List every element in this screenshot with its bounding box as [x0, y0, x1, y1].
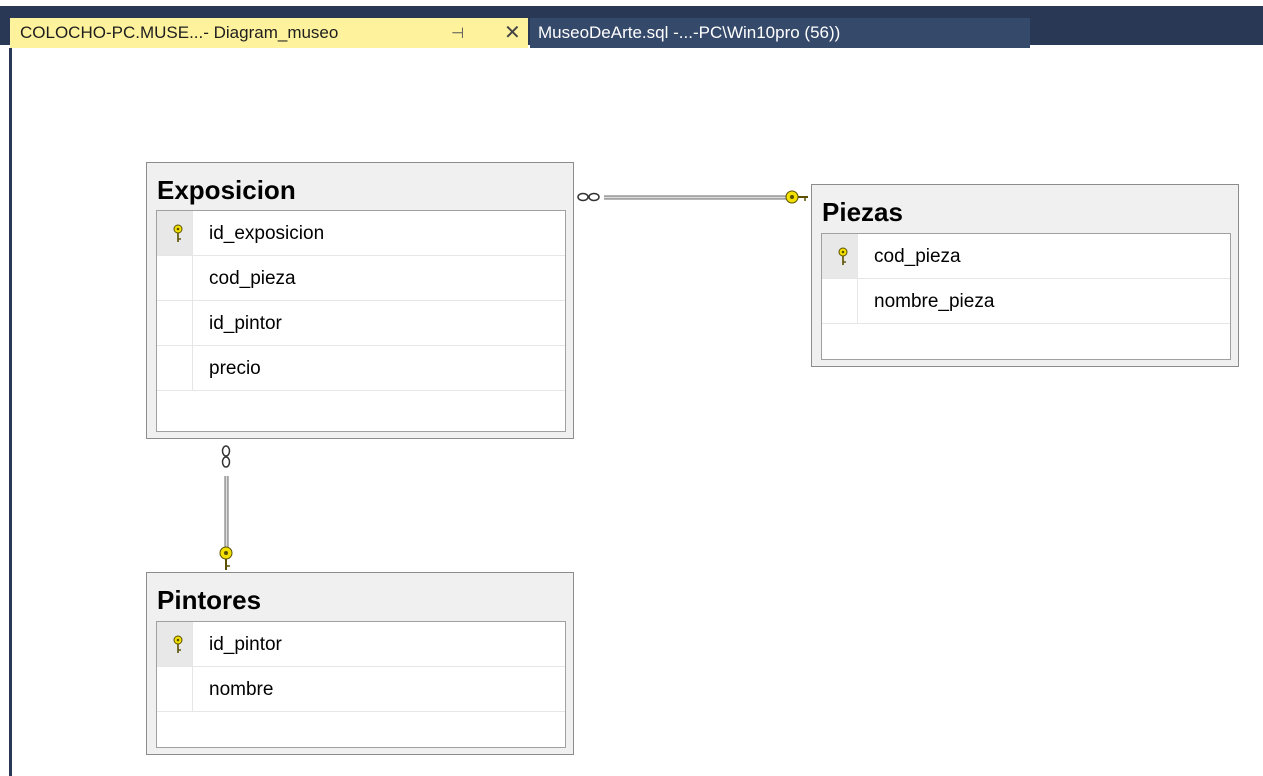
row-selector[interactable] [822, 279, 858, 323]
column-name: nombre [209, 679, 274, 700]
column-name: cod_pieza [874, 246, 961, 267]
many-end-icon [221, 445, 231, 457]
key-icon [838, 247, 848, 265]
table-title: Piezas [822, 197, 903, 227]
column-row-cod-pieza[interactable]: cod_pieza [822, 234, 1230, 279]
key-icon [219, 546, 233, 570]
column-name: id_pintor [209, 634, 282, 655]
key-icon [173, 224, 183, 242]
key-icon [785, 190, 808, 204]
table-title: Exposicion [157, 175, 296, 205]
many-end-icon [221, 456, 231, 468]
column-grid: cod_pieza nombre_pieza [821, 233, 1231, 360]
column-name: id_exposicion [209, 223, 325, 244]
column-row-cod-pieza[interactable]: cod_pieza [157, 256, 565, 301]
column-name: nombre_pieza [874, 291, 995, 312]
row-selector[interactable] [157, 301, 193, 345]
row-selector[interactable] [157, 256, 193, 300]
relationship-exposicion-piezas[interactable] [577, 190, 808, 204]
table-piezas[interactable]: Piezas cod_pieza nombre_pieza [811, 184, 1239, 367]
column-name: id_pintor [209, 313, 282, 334]
many-end-icon [588, 192, 600, 202]
column-row-id-exposicion[interactable]: id_exposicion [157, 211, 565, 256]
column-row-id-pintor[interactable]: id_pintor [157, 622, 565, 667]
table-exposicion[interactable]: Exposicion id_exposicion cod_pieza id_pi… [146, 162, 574, 439]
row-selector[interactable] [157, 667, 193, 711]
column-grid: id_exposicion cod_pieza id_pintor precio [156, 210, 566, 432]
column-row-nombre[interactable]: nombre [157, 667, 565, 712]
table-pintores[interactable]: Pintores id_pintor nombre [146, 572, 574, 755]
column-grid: id_pintor nombre [156, 621, 566, 748]
column-row-nombre-pieza[interactable]: nombre_pieza [822, 279, 1230, 324]
key-icon [173, 635, 183, 653]
column-row-precio[interactable]: precio [157, 346, 565, 391]
many-end-icon [577, 192, 589, 202]
column-row-id-pintor[interactable]: id_pintor [157, 301, 565, 346]
table-title: Pintores [157, 585, 262, 615]
row-selector[interactable] [157, 346, 193, 390]
relationship-exposicion-pintores[interactable] [219, 445, 233, 570]
column-name: cod_pieza [209, 268, 296, 289]
column-name: precio [209, 358, 261, 379]
